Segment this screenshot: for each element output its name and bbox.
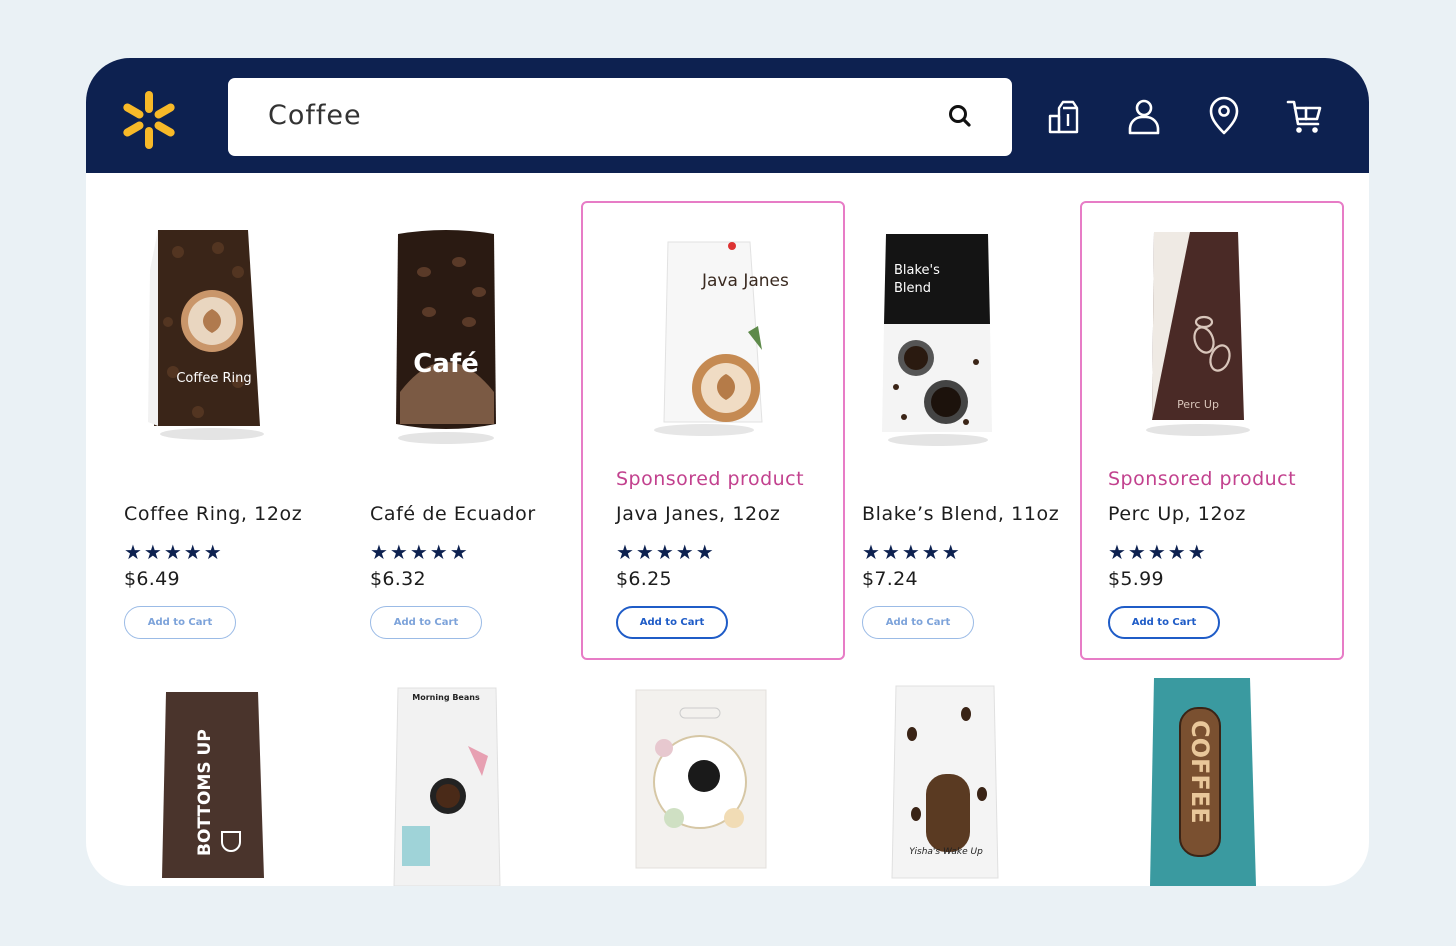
spark-logo-icon[interactable] xyxy=(118,89,180,151)
search-icon[interactable] xyxy=(946,102,974,130)
svg-text:Blend: Blend xyxy=(894,281,931,296)
product-price: $6.49 xyxy=(124,568,180,590)
package-label: COFFEE xyxy=(1186,720,1214,824)
add-to-cart-button[interactable]: Add to Cart xyxy=(1108,606,1220,639)
product-price: $5.99 xyxy=(1108,568,1164,590)
star-rating: ★★★★★ xyxy=(616,540,716,564)
product-image[interactable]: BOTTOMS UP xyxy=(148,684,288,886)
product-price: $6.32 xyxy=(370,568,426,590)
product-image[interactable]: Coffee Ring xyxy=(88,212,350,452)
package-label: Yisha's Wake Up xyxy=(909,847,983,857)
star-rating: ★★★★★ xyxy=(124,540,224,564)
product-price: $7.24 xyxy=(862,568,918,590)
add-to-cart-button[interactable]: Add to Cart xyxy=(862,606,974,639)
star-rating: ★★★★★ xyxy=(1108,540,1208,564)
product-name[interactable]: Coffee Ring, 12oz xyxy=(124,503,302,525)
add-to-cart-button[interactable]: Add to Cart xyxy=(370,606,482,639)
star-rating: ★★★★★ xyxy=(370,540,470,564)
product-name[interactable]: Perc Up, 12oz xyxy=(1108,503,1246,525)
product-image[interactable]: COFFEE xyxy=(1144,676,1264,886)
cart-icon[interactable] xyxy=(1284,96,1324,136)
product-image[interactable]: Morning Beans xyxy=(388,686,508,886)
product-image[interactable]: Java Janes xyxy=(580,212,842,452)
package-label: Java Janes xyxy=(701,271,789,291)
package-label: Perc Up xyxy=(1177,398,1219,411)
product-image[interactable]: Perc Up xyxy=(1072,212,1334,452)
search-bar[interactable]: Coffee xyxy=(228,78,1012,156)
package-label: Café xyxy=(413,349,479,379)
add-to-cart-button[interactable]: Add to Cart xyxy=(124,606,236,639)
reorder-icon[interactable] xyxy=(1044,96,1084,136)
account-icon[interactable] xyxy=(1124,96,1164,136)
package-label: BOTTOMS UP xyxy=(195,729,215,856)
product-image[interactable] xyxy=(634,688,768,870)
product-name[interactable]: Café de Ecuador xyxy=(370,503,536,525)
location-pin-icon[interactable] xyxy=(1204,96,1244,136)
product-price: $6.25 xyxy=(616,568,672,590)
top-navigation-bar: Coffee xyxy=(86,58,1369,173)
add-to-cart-button[interactable]: Add to Cart xyxy=(616,606,728,639)
star-rating: ★★★★★ xyxy=(862,540,962,564)
sponsored-product-label: Sponsored product xyxy=(1108,468,1297,490)
sponsored-product-label: Sponsored product xyxy=(616,468,805,490)
package-label: Blake's xyxy=(894,263,940,278)
product-image[interactable]: Yisha's Wake Up xyxy=(886,684,1006,884)
product-name[interactable]: Java Janes, 12oz xyxy=(616,503,781,525)
product-image[interactable]: Café xyxy=(334,212,596,452)
app-window: Coffee Coffee Ring Coffee Ring, 12oz ★★★… xyxy=(86,58,1369,886)
search-input[interactable]: Coffee xyxy=(268,100,362,131)
package-label: Coffee Ring xyxy=(176,371,251,386)
package-label: Morning Beans xyxy=(412,693,480,702)
product-image[interactable]: Blake's Blend xyxy=(826,212,1088,452)
product-name[interactable]: Blake’s Blend, 11oz xyxy=(862,503,1059,525)
